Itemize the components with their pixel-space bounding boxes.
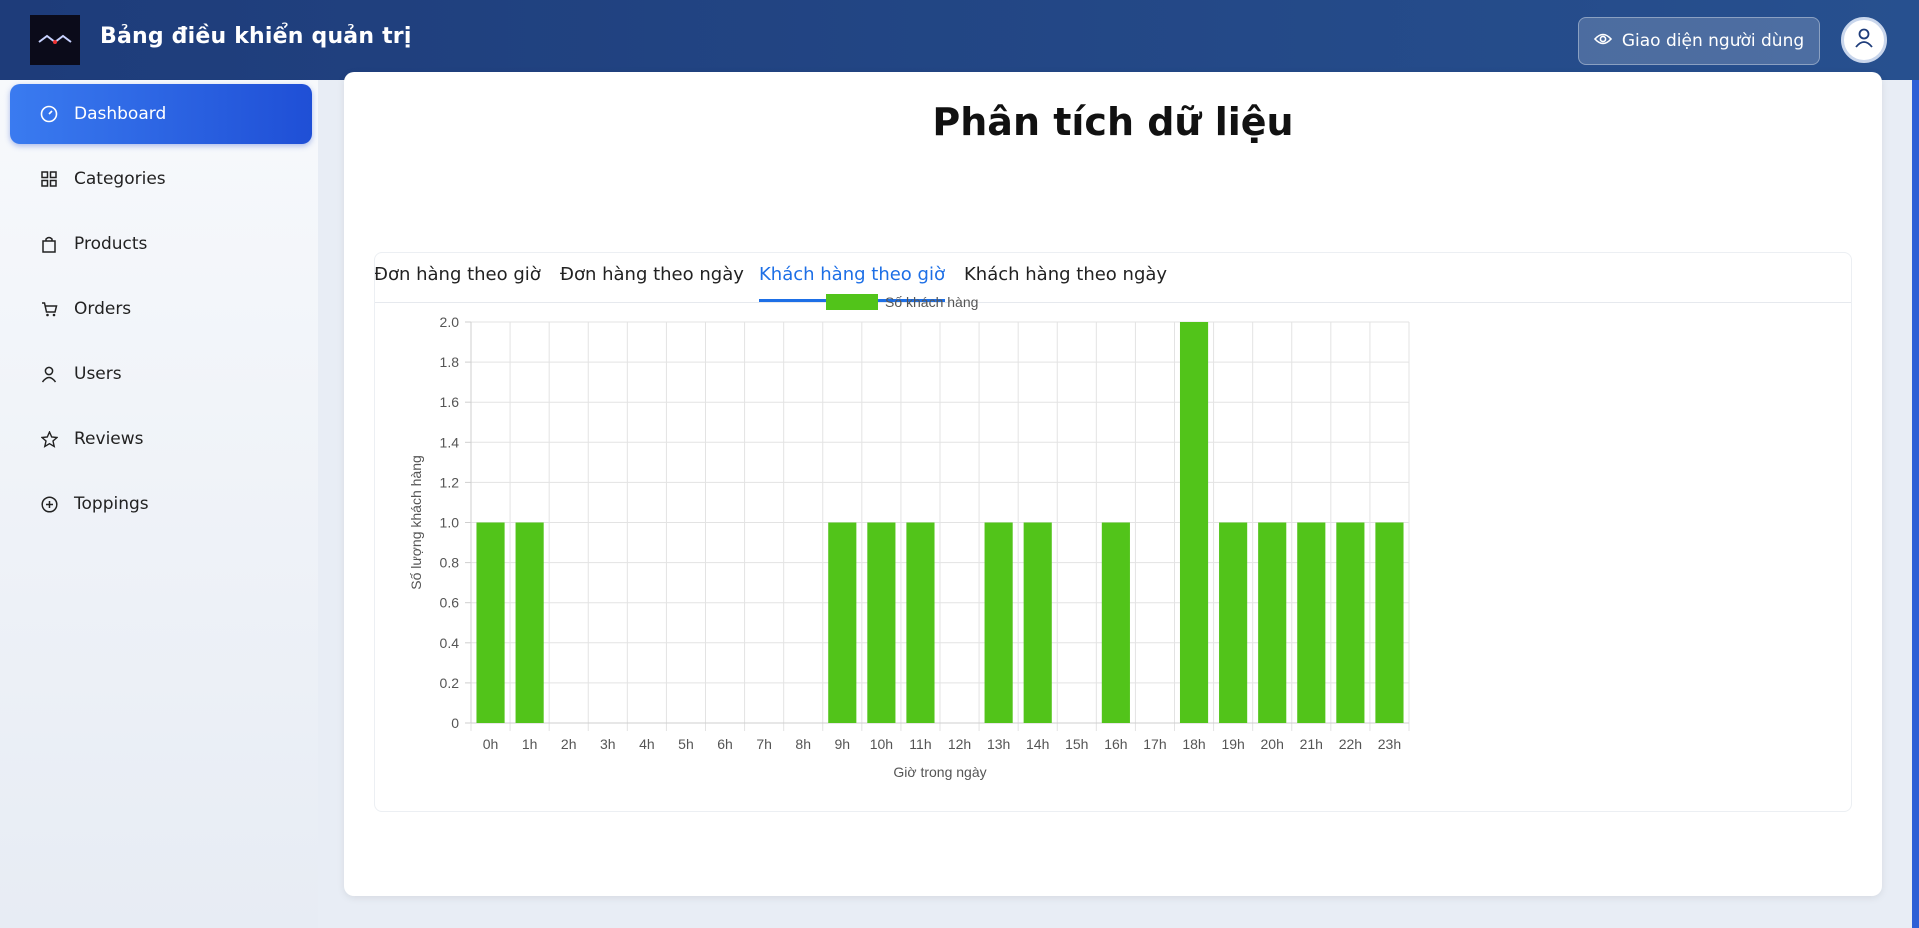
dashboard-icon bbox=[40, 105, 58, 123]
bar-9h bbox=[828, 522, 857, 723]
bar-0h bbox=[476, 522, 505, 723]
user-avatar[interactable] bbox=[1841, 17, 1887, 63]
sidebar-item-label: Dashboard bbox=[74, 104, 167, 124]
bar-14h bbox=[1023, 522, 1052, 723]
x-tick-label: 0h bbox=[483, 736, 499, 752]
x-tick-label: 20h bbox=[1261, 736, 1284, 752]
x-tick-label: 11h bbox=[909, 736, 931, 752]
legend-label: Số khách hàng bbox=[885, 294, 978, 310]
bar-23h bbox=[1375, 522, 1404, 723]
x-tick-label: 19h bbox=[1221, 736, 1244, 752]
bar-18h bbox=[1179, 322, 1209, 723]
x-tick-label: 7h bbox=[756, 736, 772, 752]
y-tick-label: 0 bbox=[451, 715, 459, 731]
bar-22h bbox=[1336, 522, 1365, 723]
x-tick-label: 10h bbox=[870, 736, 893, 752]
x-tick-label: 22h bbox=[1339, 736, 1362, 752]
chart-container: 0 0.2 0.4 0.6 0.8 1.0 1.2 1.4 1.6 1.8 2.0 0h 1h 2h 3h 4… bbox=[374, 252, 1852, 812]
bar-21h bbox=[1297, 522, 1326, 723]
y-tick-label: 2.0 bbox=[440, 314, 460, 330]
x-tick-label: 8h bbox=[795, 736, 811, 752]
plus-circle-icon bbox=[40, 495, 58, 513]
y-tick-label: 0.6 bbox=[440, 595, 460, 611]
bar-19h bbox=[1219, 522, 1248, 723]
sidebar-item-label: Orders bbox=[74, 299, 132, 319]
sidebar-item-label: Categories bbox=[74, 169, 166, 189]
x-tick-label: 18h bbox=[1182, 736, 1205, 752]
page-title: Phân tích dữ liệu bbox=[932, 100, 1294, 144]
y-tick-label: 1.6 bbox=[440, 394, 460, 410]
sidebar: Dashboard Categories Products Orders Use… bbox=[0, 80, 318, 928]
bar-20h bbox=[1258, 522, 1287, 723]
x-tick-label: 9h bbox=[835, 736, 851, 752]
scrollbar-edge bbox=[1912, 80, 1919, 928]
y-tick-label: 1.4 bbox=[440, 434, 460, 450]
sidebar-item-categories[interactable]: Categories bbox=[10, 149, 312, 209]
x-tick-label: 13h bbox=[987, 736, 1010, 752]
bar-1h bbox=[515, 522, 544, 723]
sidebar-item-users[interactable]: Users bbox=[10, 344, 312, 404]
bar-13h bbox=[984, 522, 1013, 723]
x-tick-label: 21h bbox=[1300, 736, 1323, 752]
user-icon bbox=[40, 365, 58, 383]
x-tick-label: 15h bbox=[1065, 736, 1088, 752]
x-tick-label: 23h bbox=[1378, 736, 1401, 752]
sidebar-item-label: Toppings bbox=[74, 494, 149, 514]
app-logo[interactable] bbox=[30, 15, 80, 65]
y-tick-label: 0.4 bbox=[440, 635, 460, 651]
y-tick-label: 0.2 bbox=[440, 675, 460, 691]
sidebar-item-label: Reviews bbox=[74, 429, 144, 449]
x-tick-label: 4h bbox=[639, 736, 655, 752]
sidebar-item-reviews[interactable]: Reviews bbox=[10, 409, 312, 469]
top-header: Bảng điều khiển quản trị Giao diện người… bbox=[0, 0, 1919, 80]
user-view-button[interactable]: Giao diện người dùng bbox=[1578, 17, 1820, 65]
y-tick-label: 1.8 bbox=[440, 354, 460, 370]
bar-10h bbox=[867, 522, 896, 723]
x-tick-label: 16h bbox=[1104, 736, 1127, 752]
x-tick-label: 14h bbox=[1026, 736, 1049, 752]
eye-icon bbox=[1593, 31, 1612, 51]
x-tick-label: 17h bbox=[1143, 736, 1166, 752]
sidebar-item-toppings[interactable]: Toppings bbox=[10, 474, 312, 534]
y-tick-label: 0.8 bbox=[440, 555, 460, 571]
x-tick-label: 2h bbox=[561, 736, 577, 752]
bag-icon bbox=[40, 235, 58, 253]
sidebar-item-label: Users bbox=[74, 364, 122, 384]
x-tick-label: 6h bbox=[717, 736, 733, 752]
legend-swatch bbox=[826, 294, 878, 310]
grid-icon bbox=[40, 170, 58, 188]
x-tick-label: 12h bbox=[948, 736, 971, 752]
user-view-label: Giao diện người dùng bbox=[1621, 31, 1805, 51]
sidebar-item-dashboard[interactable]: Dashboard bbox=[10, 84, 312, 144]
bar-11h bbox=[906, 522, 935, 723]
y-axis-title: Số lượng khách hàng bbox=[408, 455, 424, 590]
x-tick-label: 5h bbox=[678, 736, 694, 752]
cart-icon bbox=[40, 300, 58, 318]
sidebar-item-label: Products bbox=[74, 234, 148, 254]
sidebar-item-orders[interactable]: Orders bbox=[10, 279, 312, 339]
main-card: Phân tích dữ liệu Đơn hàng theo giờ Đơn … bbox=[344, 72, 1882, 896]
star-icon bbox=[40, 430, 58, 448]
user-icon bbox=[1853, 27, 1875, 53]
x-tick-label: 1h bbox=[522, 736, 538, 752]
x-axis-title: Giờ trong ngày bbox=[893, 764, 986, 780]
x-tick-label: 3h bbox=[600, 736, 616, 752]
y-tick-label: 1.0 bbox=[440, 515, 460, 531]
bar-chart: 0 0.2 0.4 0.6 0.8 1.0 1.2 1.4 1.6 1.8 2.0 0h 1h 2h 3h 4… bbox=[408, 294, 1410, 780]
sidebar-item-products[interactable]: Products bbox=[10, 214, 312, 274]
app-title: Bảng điều khiển quản trị bbox=[100, 24, 412, 49]
y-tick-label: 1.2 bbox=[440, 474, 460, 490]
bar-16h bbox=[1101, 522, 1130, 723]
